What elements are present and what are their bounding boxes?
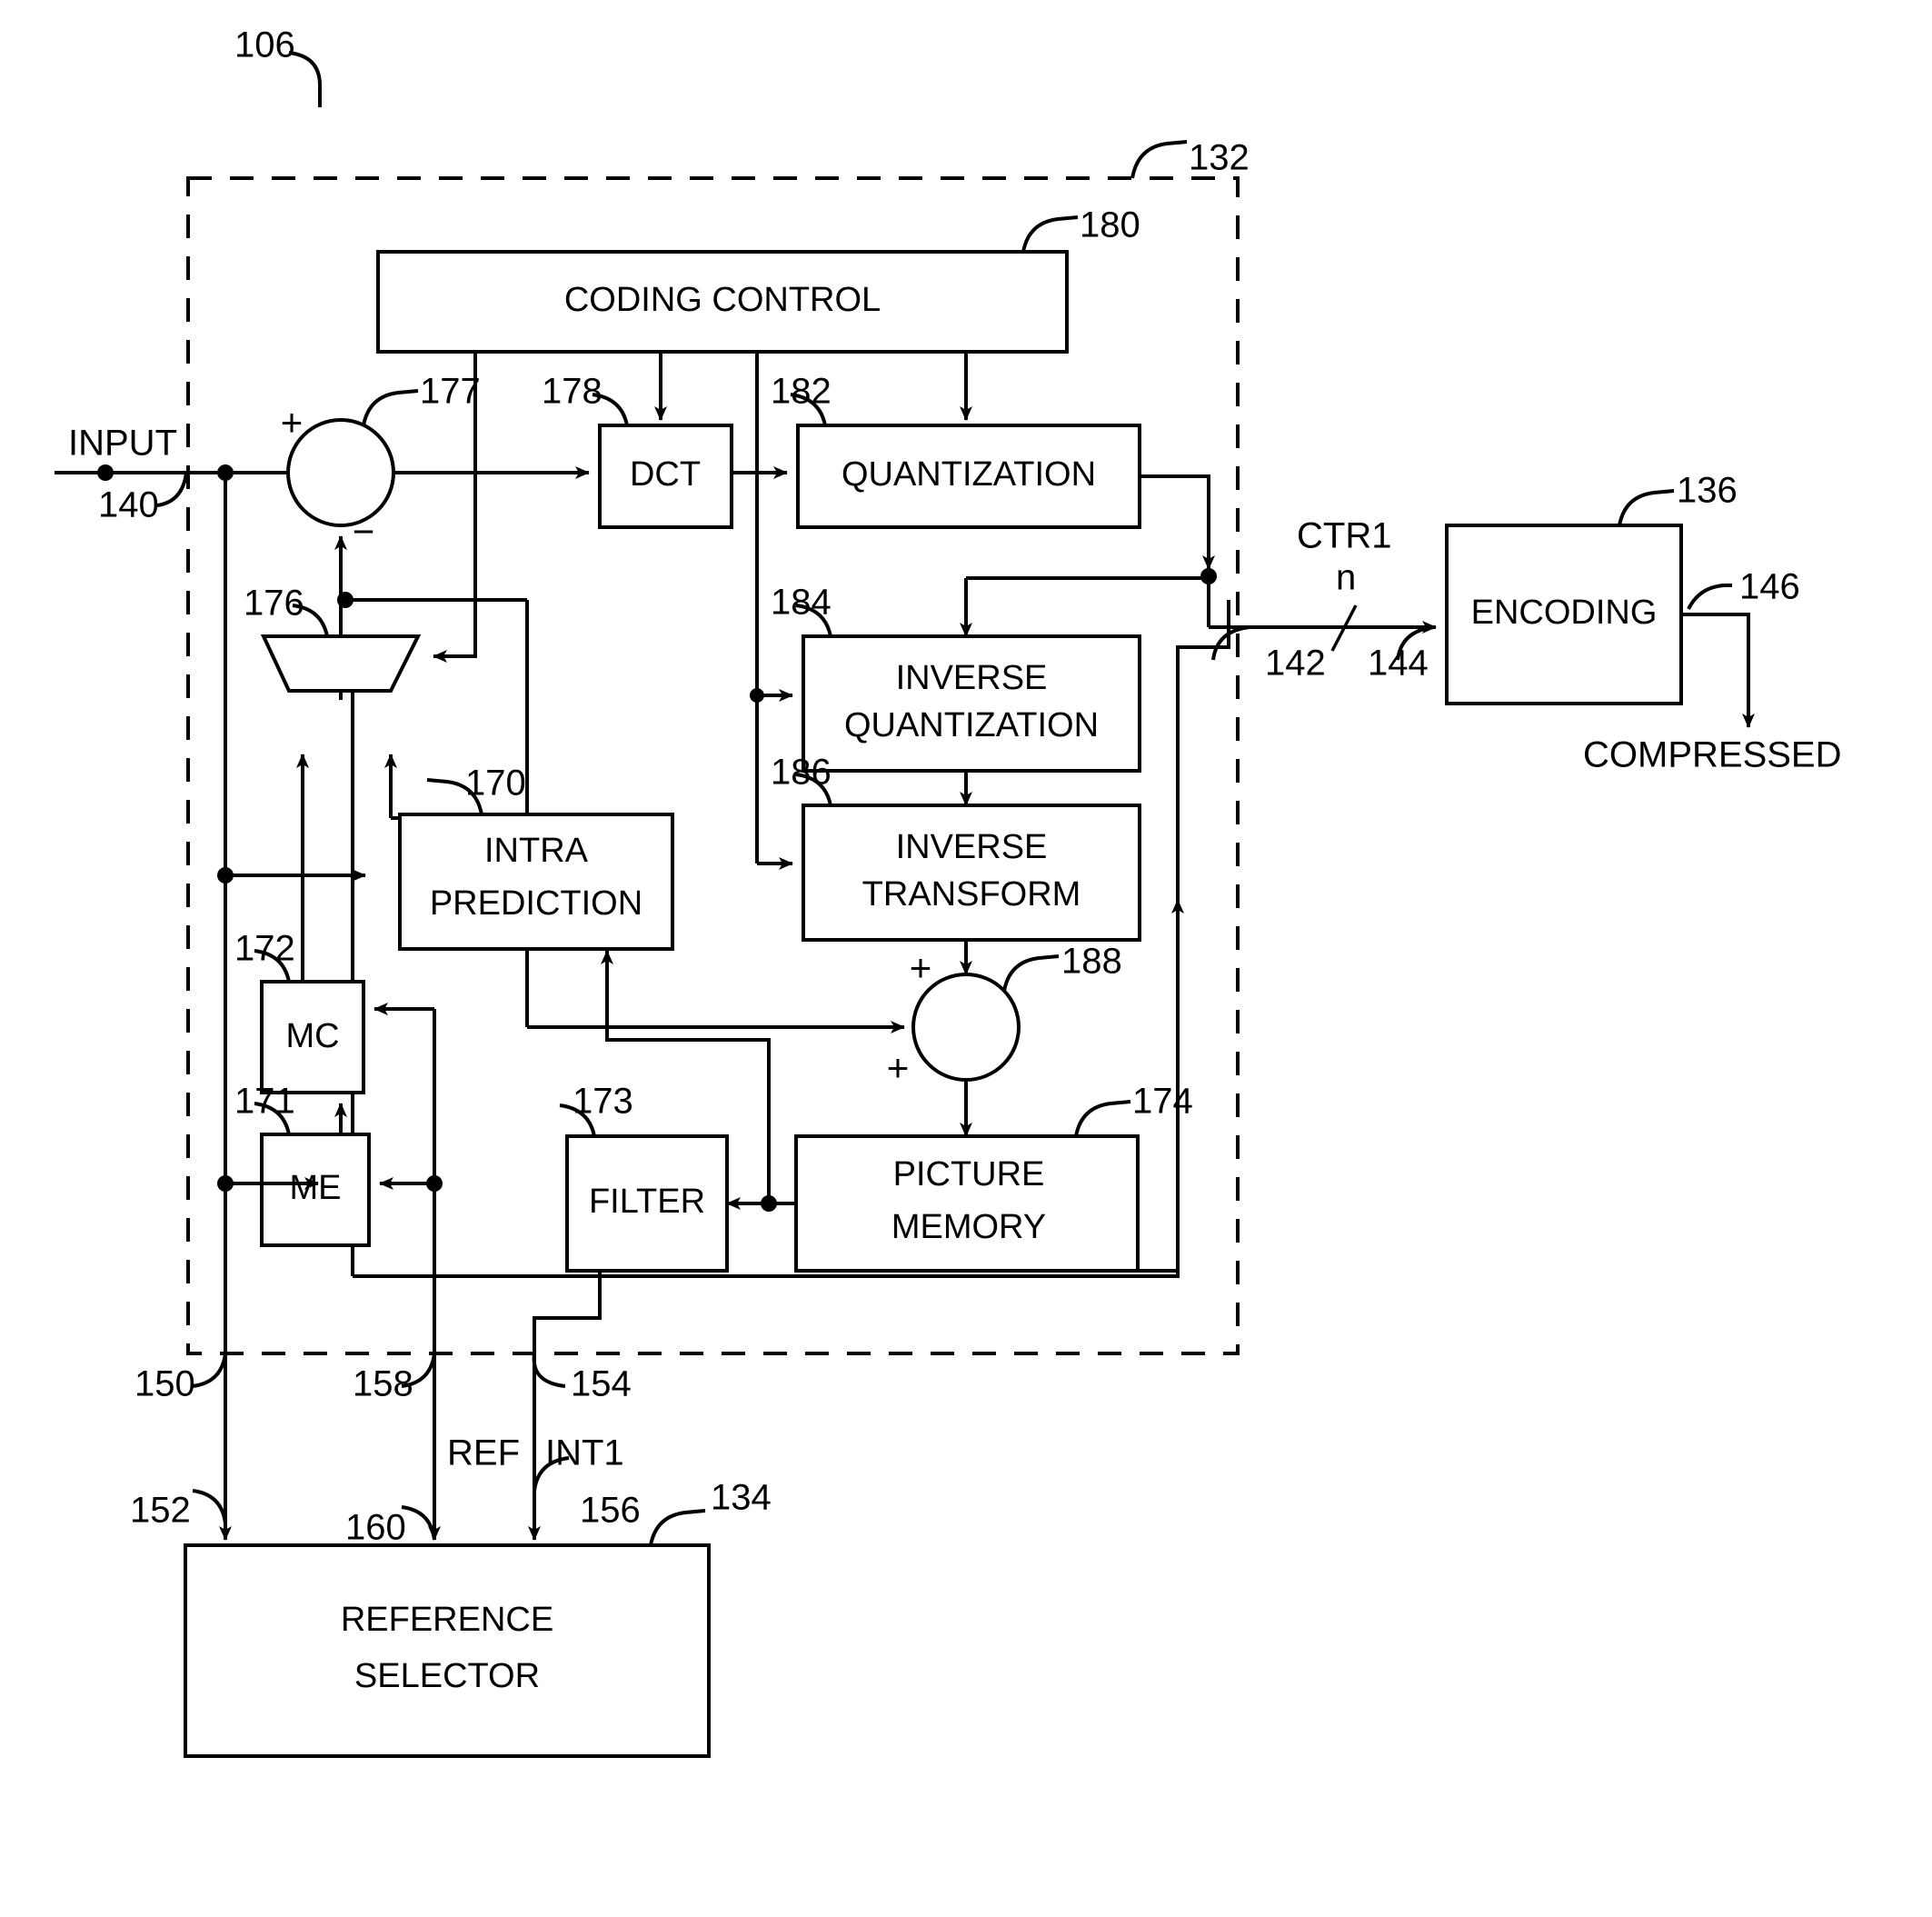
- coding-control-label: CODING CONTROL: [564, 281, 881, 319]
- inverse-quantization-label-1: INVERSE: [896, 659, 1048, 697]
- reference-selector-label-1: REFERENCE: [341, 1601, 553, 1639]
- ref-146: 146: [1739, 567, 1800, 607]
- ref-178: 178: [542, 372, 603, 412]
- input-label: INPUT: [68, 424, 177, 464]
- leader-134: [649, 1509, 706, 1546]
- picture-memory-label-1: PICTURE: [893, 1155, 1045, 1193]
- ref-136: 136: [1677, 471, 1738, 511]
- wire-cc-mux-ctrl: [433, 600, 477, 663]
- leader-160: [401, 1505, 436, 1541]
- ref-188: 188: [1061, 942, 1122, 982]
- ref-173: 173: [573, 1082, 633, 1122]
- block-diagram: + − + + 106 132 180 CODING CONTROL 177 1…: [55, 25, 1842, 1758]
- reference-selector-label-2: SELECTOR: [354, 1657, 540, 1695]
- leader-174: [1074, 1100, 1131, 1137]
- ref-180: 180: [1080, 205, 1140, 245]
- label-ref: REF: [447, 1433, 520, 1473]
- mux-176[interactable]: [260, 634, 422, 693]
- patent-figure-canvas: + − + + 106 132 180 CODING CONTROL 177 1…: [0, 0, 1932, 1917]
- picture-memory-label-2: MEMORY: [891, 1208, 1046, 1246]
- ref-152: 152: [130, 1491, 191, 1531]
- junction-ref-me: [426, 1175, 443, 1192]
- leader-132: [1130, 140, 1188, 179]
- label-int1: INT1: [545, 1433, 624, 1473]
- ref-150: 150: [134, 1364, 195, 1404]
- ctr1-label-line2: n: [1336, 558, 1356, 598]
- leader-142: [1211, 625, 1250, 661]
- inverse-transform-label-1: INVERSE: [896, 828, 1048, 866]
- ref-186: 186: [771, 753, 832, 793]
- intra-prediction-label-2: PREDICTION: [430, 884, 642, 923]
- leader-140: [156, 472, 188, 507]
- ref-174: 174: [1132, 1082, 1193, 1122]
- wire-quant-out: [1140, 474, 1215, 570]
- ref-134: 134: [711, 1478, 772, 1518]
- reference-selector-box[interactable]: [184, 1543, 711, 1758]
- ref-170: 170: [465, 764, 526, 804]
- leader-177: [362, 389, 419, 426]
- inverse-transform-label-2: TRANSFORM: [862, 875, 1081, 914]
- junction-input-tap: [97, 464, 114, 481]
- summer-188-plus-left: +: [887, 1046, 910, 1089]
- leader-188: [1002, 954, 1060, 992]
- ref-171: 171: [234, 1082, 295, 1122]
- dct-label: DCT: [630, 455, 701, 494]
- ref-172: 172: [234, 929, 295, 969]
- inverse-transform-box[interactable]: [802, 804, 1141, 942]
- ref-158: 158: [353, 1364, 413, 1404]
- leader-180: [1021, 215, 1079, 253]
- summer-188-plus-top: +: [910, 946, 932, 989]
- me-label: ME: [290, 1169, 342, 1207]
- encoding-label: ENCODING: [1471, 594, 1658, 632]
- summer-177-minus: −: [353, 510, 375, 553]
- ref-144: 144: [1368, 644, 1429, 684]
- leader-146: [1687, 583, 1733, 610]
- ref-177: 177: [420, 372, 481, 412]
- ref-156: 156: [580, 1491, 641, 1531]
- leader-150: [192, 1353, 227, 1388]
- ref-160: 160: [345, 1508, 406, 1548]
- wire-encoding-out: [1681, 613, 1755, 728]
- leader-136: [1618, 489, 1675, 526]
- ref-184: 184: [771, 583, 832, 623]
- inverse-quantization-label-2: QUANTIZATION: [844, 706, 1099, 744]
- ref-140: 140: [98, 485, 159, 525]
- ref-182: 182: [771, 372, 832, 412]
- mc-label: MC: [285, 1017, 339, 1055]
- ctr1-label-line1: CTR1: [1297, 516, 1391, 556]
- quantization-label: QUANTIZATION: [842, 455, 1096, 494]
- ref-176: 176: [244, 584, 304, 624]
- leader-152: [192, 1489, 227, 1524]
- filter-label: FILTER: [589, 1183, 705, 1221]
- summer-177-plus: +: [281, 401, 304, 444]
- summer-177: [286, 418, 395, 527]
- intra-prediction-label-1: INTRA: [484, 832, 589, 870]
- ref-154: 154: [571, 1364, 632, 1404]
- wire-loop-to-bus: [1176, 600, 1230, 1276]
- inverse-quantization-box[interactable]: [802, 634, 1141, 773]
- compressed-label: COMPRESSED: [1583, 735, 1842, 775]
- junction-trunk-iq: [750, 688, 764, 703]
- ref-142: 142: [1265, 644, 1326, 684]
- leader-154: [532, 1353, 566, 1388]
- ref-106: 106: [234, 25, 295, 65]
- ref-132: 132: [1189, 138, 1250, 178]
